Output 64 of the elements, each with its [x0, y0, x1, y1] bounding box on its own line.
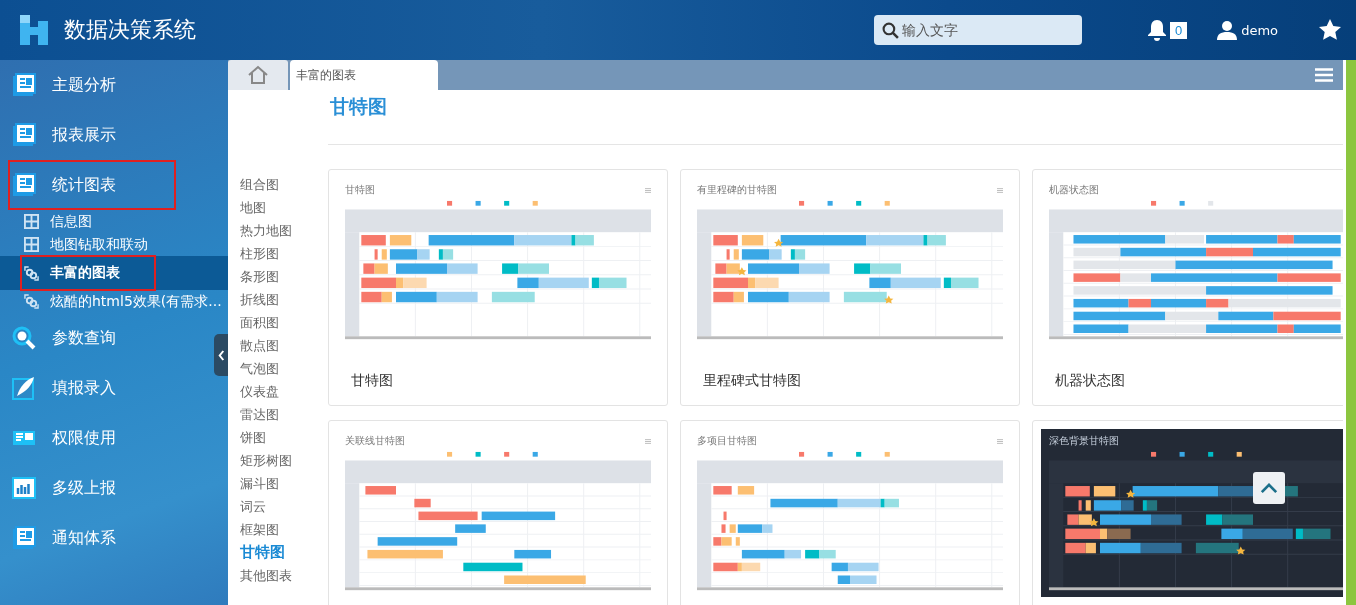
- search-field[interactable]: 输入文字: [873, 15, 1082, 45]
- sidebar-item[interactable]: 统计图表: [8, 160, 176, 210]
- sidebar-sublabel: 信息图: [50, 212, 92, 231]
- chart-card[interactable]: 有里程碑的甘特图 里程碑式甘特图: [680, 169, 1020, 406]
- category-link[interactable]: 雷达图: [240, 403, 279, 426]
- sidebar-item[interactable]: 多级上报: [0, 463, 124, 513]
- card-caption: 里程碑式甘特图: [703, 372, 801, 390]
- app-title: 数据决策系统: [64, 16, 196, 44]
- sidebar-label: 通知体系: [52, 527, 116, 549]
- sidebar-label: 报表展示: [52, 124, 116, 146]
- category-link[interactable]: 折线图: [240, 288, 279, 311]
- category-link[interactable]: 矩形树图: [240, 449, 292, 472]
- notifications-button[interactable]: 0: [1145, 19, 1188, 41]
- category-link[interactable]: 热力地图: [240, 219, 292, 242]
- category-link[interactable]: 饼图: [240, 426, 266, 449]
- chart-card[interactable]: 深色背景甘特图: [1032, 420, 1343, 605]
- sidebar-label: 主题分析: [52, 74, 116, 96]
- sidebar-label: 权限使用: [52, 427, 116, 449]
- sidebar-subitem[interactable]: 信息图: [0, 210, 214, 233]
- category-link[interactable]: 地图: [240, 196, 266, 219]
- thumbnail-title: 机器状态图: [1049, 183, 1099, 197]
- chart-card[interactable]: 机器状态图 机器状态图: [1032, 169, 1343, 406]
- sidebar-subitem[interactable]: 丰富的图表: [0, 256, 228, 290]
- category-link[interactable]: 面积图: [240, 311, 279, 334]
- page-title: 甘特图: [328, 90, 1343, 145]
- sidebar-item[interactable]: 报表展示: [0, 110, 124, 160]
- sidebar-item[interactable]: 权限使用: [0, 413, 124, 463]
- card-caption: 机器状态图: [1055, 372, 1125, 390]
- notification-count: 0: [1169, 21, 1188, 39]
- chart-card[interactable]: 关联线甘特图: [328, 420, 668, 605]
- sidebar-item[interactable]: 主题分析: [0, 60, 124, 110]
- user-menu[interactable]: demo: [1217, 20, 1278, 40]
- card-caption: 甘特图: [351, 372, 393, 390]
- thumbnail-title: 多项目甘特图: [697, 434, 757, 448]
- sidebar-label: 多级上报: [52, 477, 116, 499]
- user-name: demo: [1241, 22, 1278, 38]
- sidebar-subitem[interactable]: 地图钻取和联动: [0, 233, 214, 256]
- sidebar-label: 填报录入: [52, 377, 116, 399]
- thumbnail-title: 有里程碑的甘特图: [697, 183, 777, 197]
- sidebar-item[interactable]: 填报录入: [0, 363, 124, 413]
- chart-card[interactable]: 多项目甘特图: [680, 420, 1020, 605]
- category-link[interactable]: 甘特图: [240, 541, 285, 564]
- sidebar-sublabel: 丰富的图表: [50, 264, 120, 282]
- sidebar-item[interactable]: 通知体系: [0, 513, 124, 563]
- page-tab[interactable]: 丰富的图表: [290, 60, 438, 90]
- category-link[interactable]: 条形图: [240, 265, 279, 288]
- sidebar-label: 统计图表: [52, 174, 116, 196]
- category-link[interactable]: 仪表盘: [240, 380, 279, 403]
- sidebar-label: 参数查询: [52, 327, 116, 349]
- category-link[interactable]: 组合图: [240, 173, 279, 196]
- sidebar-sublabel: 地图钻取和联动: [50, 235, 148, 254]
- thumbnail-title: 甘特图: [345, 183, 375, 197]
- thumbnail-title: 深色背景甘特图: [1049, 434, 1119, 448]
- category-link[interactable]: 漏斗图: [240, 472, 279, 495]
- sidebar-sublabel: 炫酷的html5效果(有需求...: [50, 292, 222, 311]
- category-link[interactable]: 其他图表: [240, 564, 292, 587]
- category-link[interactable]: 柱形图: [240, 242, 279, 265]
- chart-card[interactable]: 甘特图 甘特图: [328, 169, 668, 406]
- sidebar-item[interactable]: 参数查询: [0, 313, 124, 363]
- category-link[interactable]: 散点图: [240, 334, 279, 357]
- category-link[interactable]: 词云: [240, 495, 266, 518]
- category-link[interactable]: 框架图: [240, 518, 279, 541]
- thumbnail-title: 关联线甘特图: [345, 434, 405, 448]
- category-link[interactable]: 气泡图: [240, 357, 279, 380]
